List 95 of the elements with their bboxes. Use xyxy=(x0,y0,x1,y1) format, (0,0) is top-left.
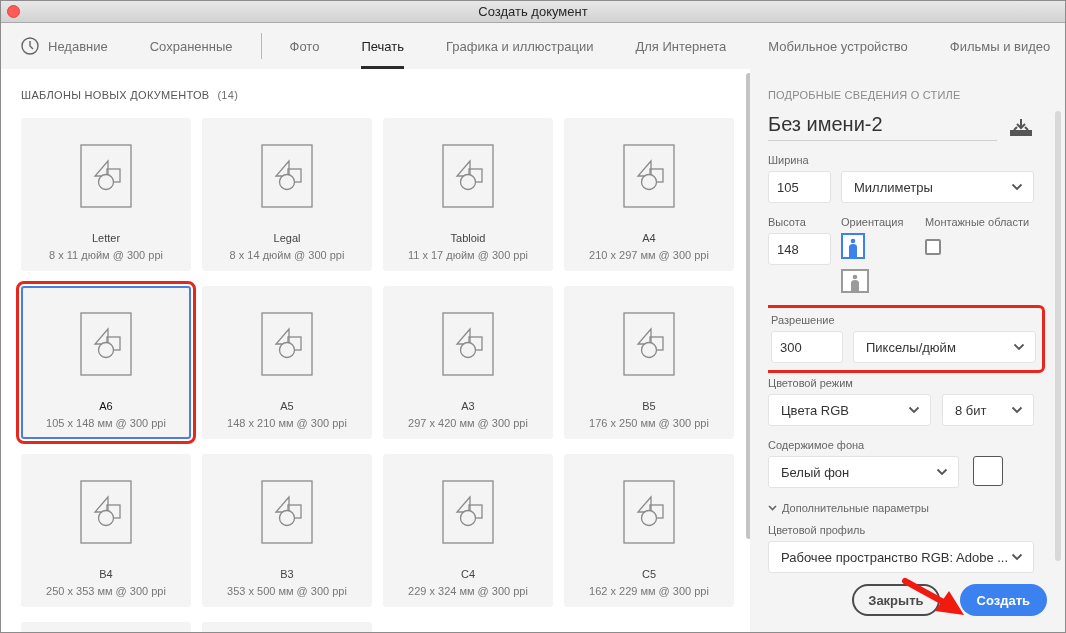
color-profile-dropdown[interactable]: Рабочее пространство RGB: Adobe ... xyxy=(768,541,1034,573)
template-card[interactable]: A3 297 x 420 мм @ 300 ppi xyxy=(383,286,553,439)
template-size: 8 x 11 дюйм @ 300 ppi xyxy=(49,249,163,261)
document-icon xyxy=(80,480,132,544)
field-label: Содержимое фона xyxy=(768,439,866,451)
template-size: 148 x 210 мм @ 300 ppi xyxy=(227,417,347,429)
template-card[interactable]: B4 250 x 353 мм @ 300 ppi xyxy=(21,454,191,607)
field-label: Высота xyxy=(768,216,807,228)
clock-icon xyxy=(21,37,39,55)
template-name: C5 xyxy=(641,568,657,580)
color-swatch[interactable] xyxy=(973,456,1003,486)
template-name: B5 xyxy=(642,400,656,412)
section-heading: ШАБЛОНЫ НОВЫХ ДОКУМЕНТОВ xyxy=(21,89,210,101)
window-title: Создать документ xyxy=(478,4,588,19)
document-icon xyxy=(623,144,675,208)
tab[interactable]: Фото xyxy=(289,23,320,69)
template-name: B3 xyxy=(280,568,294,580)
template-card[interactable]: B5 176 x 250 мм @ 300 ppi xyxy=(564,286,734,439)
advanced-options-toggle[interactable]: Дополнительные параметры xyxy=(768,502,1045,514)
template-card[interactable]: Letter 8 x 11 дюйм @ 300 ppi xyxy=(21,118,191,271)
template-name: Tabloid xyxy=(450,232,486,244)
template-card[interactable]: A4 210 x 297 мм @ 300 ppi xyxy=(564,118,734,271)
height-field[interactable]: 148 xyxy=(768,233,831,265)
bit-depth-dropdown[interactable]: 8 бит xyxy=(942,394,1034,426)
template-name: A4 xyxy=(642,232,656,244)
color-mode-dropdown[interactable]: Цвета RGB xyxy=(768,394,931,426)
template-name: A6 xyxy=(99,400,113,412)
document-icon xyxy=(80,312,132,376)
template-size: 353 x 500 мм @ 300 ppi xyxy=(227,585,347,597)
template-size: 105 x 148 мм @ 300 ppi xyxy=(46,417,166,429)
tab[interactable]: Печать xyxy=(361,23,404,69)
chevron-down-icon xyxy=(1011,406,1023,414)
document-icon xyxy=(623,312,675,376)
field-label: Монтажные области xyxy=(925,216,1030,228)
field-label: Цветовой профиль xyxy=(768,524,867,536)
landscape-orientation-button[interactable] xyxy=(841,269,869,293)
background-dropdown[interactable]: Белый фон xyxy=(768,456,959,488)
scrollbar[interactable] xyxy=(1055,111,1061,561)
template-card[interactable]: C5 162 x 229 мм @ 300 ppi xyxy=(564,454,734,607)
width-field[interactable]: 105 xyxy=(768,171,831,203)
template-card[interactable]: Tabloid 11 x 17 дюйм @ 300 ppi xyxy=(383,118,553,271)
template-card[interactable]: Legal 8 x 14 дюйм @ 300 ppi xyxy=(202,118,372,271)
template-count: (14) xyxy=(217,89,239,101)
document-icon xyxy=(442,312,494,376)
tab[interactable]: Фильмы и видео xyxy=(949,23,1051,69)
chevron-down-icon xyxy=(768,505,777,511)
document-icon xyxy=(623,480,675,544)
template-size: 162 x 229 мм @ 300 ppi xyxy=(589,585,709,597)
download-icon xyxy=(1009,118,1033,136)
document-icon xyxy=(261,312,313,376)
create-button[interactable]: Создать xyxy=(959,584,1047,616)
field-label: Ориентация xyxy=(841,216,905,228)
portrait-orientation-button[interactable] xyxy=(841,233,865,259)
resolution-units-dropdown[interactable]: Пикселы/дюйм xyxy=(853,331,1036,363)
field-label: Разрешение xyxy=(771,314,836,326)
tab[interactable]: Графика и иллюстрации xyxy=(446,23,594,69)
template-name: Letter xyxy=(91,232,121,244)
template-name: Legal xyxy=(273,232,301,244)
template-card[interactable]: C4 229 x 324 мм @ 300 ppi xyxy=(383,454,553,607)
document-icon xyxy=(442,480,494,544)
artboards-checkbox[interactable] xyxy=(925,239,941,255)
chevron-down-icon xyxy=(1013,343,1025,351)
recent-tab[interactable]: Недавние xyxy=(21,23,108,69)
template-card[interactable]: B3 353 x 500 мм @ 300 ppi xyxy=(202,454,372,607)
template-size: 11 x 17 дюйм @ 300 ppi xyxy=(407,249,529,261)
chevron-down-icon xyxy=(1011,553,1023,561)
section-heading: ПОДРОБНЫЕ СВЕДЕНИЯ О СТИЛЕ xyxy=(768,89,962,101)
document-icon xyxy=(261,480,313,544)
template-size: 229 x 324 мм @ 300 ppi xyxy=(408,585,528,597)
template-card[interactable]: A5 148 x 210 мм @ 300 ppi xyxy=(202,286,372,439)
template-size: 8 x 14 дюйм @ 300 ppi xyxy=(229,249,345,261)
document-icon xyxy=(442,144,494,208)
tab[interactable]: Мобильное устройство xyxy=(768,23,908,69)
tab[interactable]: Сохраненные xyxy=(149,23,233,69)
units-dropdown[interactable]: Миллиметры xyxy=(841,171,1034,203)
template-name: A3 xyxy=(461,400,475,412)
template-name: C4 xyxy=(460,568,476,580)
template-name: B4 xyxy=(99,568,113,580)
chevron-down-icon xyxy=(908,406,920,414)
template-size: 297 x 420 мм @ 300 ppi xyxy=(408,417,528,429)
template-size: 210 x 297 мм @ 300 ppi xyxy=(589,249,709,261)
close-button[interactable]: Закрыть xyxy=(852,584,940,616)
chevron-down-icon xyxy=(936,468,948,476)
close-button[interactable] xyxy=(7,5,20,18)
template-size: 250 x 353 мм @ 300 ppi xyxy=(46,585,166,597)
document-icon xyxy=(261,144,313,208)
resolution-field[interactable]: 300 xyxy=(771,331,843,363)
field-label: Ширина xyxy=(768,154,810,166)
chevron-down-icon xyxy=(1011,183,1023,191)
tab[interactable]: Для Интернета xyxy=(635,23,727,69)
document-name-field[interactable]: Без имени-2 xyxy=(768,113,997,141)
document-icon xyxy=(80,144,132,208)
field-label: Цветовой режим xyxy=(768,377,854,389)
template-size: 176 x 250 мм @ 300 ppi xyxy=(589,417,709,429)
template-name: A5 xyxy=(280,400,294,412)
